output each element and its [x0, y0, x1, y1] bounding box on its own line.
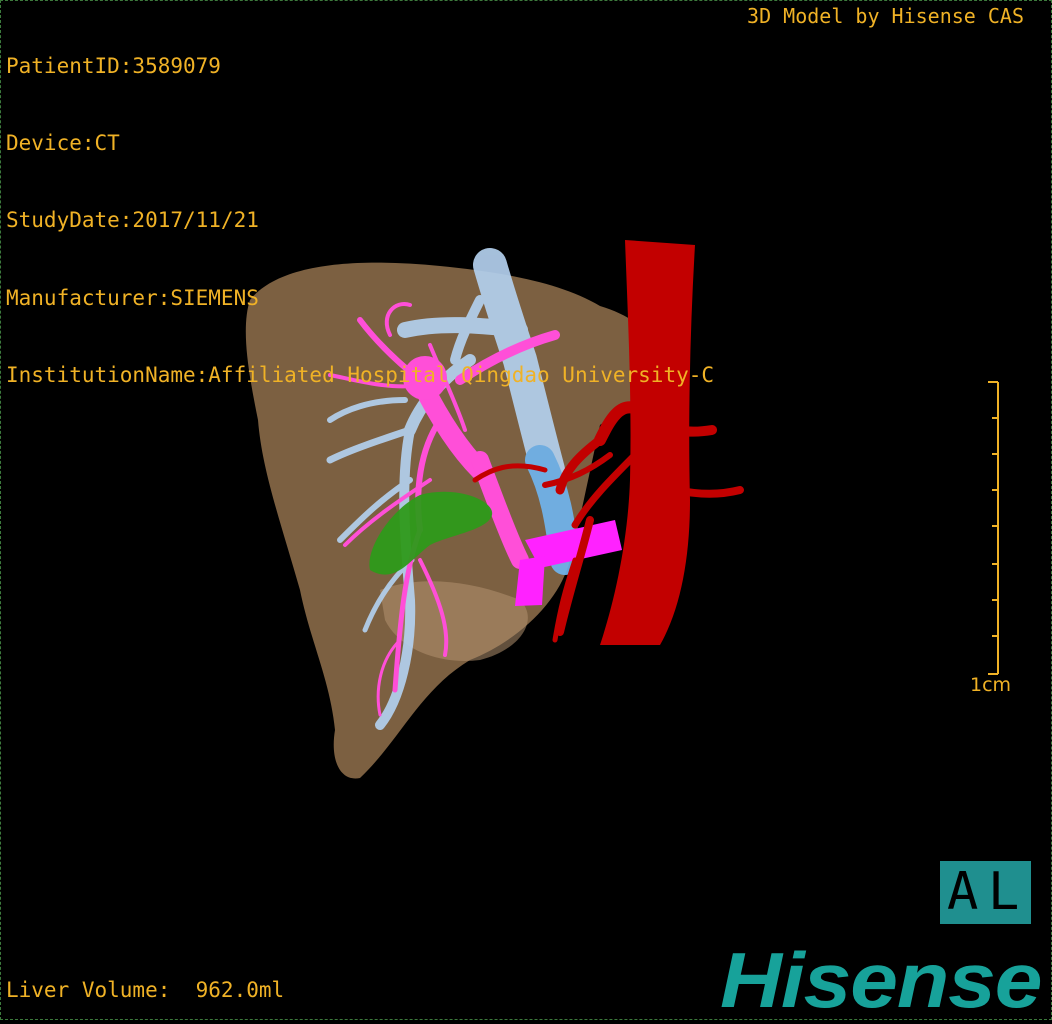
- study-date: StudyDate:2017/11/21: [6, 208, 259, 233]
- manufacturer: Manufacturer:SIEMENS: [6, 285, 259, 310]
- scale-unit-label: 1cm: [970, 674, 1012, 696]
- study-info-panel: PatientID:3589079 Device:CT StudyDate:20…: [6, 2, 714, 415]
- orientation-indicator[interactable]: A L: [940, 861, 1031, 924]
- scale-bar: [988, 381, 999, 675]
- orientation-right-letter: L: [988, 862, 1020, 922]
- patient-id: PatientID:3589079: [6, 53, 221, 78]
- model-credit: 3D Model by Hisense CAS: [747, 4, 1024, 28]
- hisense-logo: Hisense: [720, 936, 1042, 1024]
- orientation-left-letter: A: [947, 862, 979, 922]
- institution-name: InstitutionName:Affiliated Hospital Qing…: [6, 363, 715, 388]
- device: Device:CT: [6, 130, 120, 155]
- liver-volume-readout: Liver Volume: 962.0ml: [6, 978, 285, 1002]
